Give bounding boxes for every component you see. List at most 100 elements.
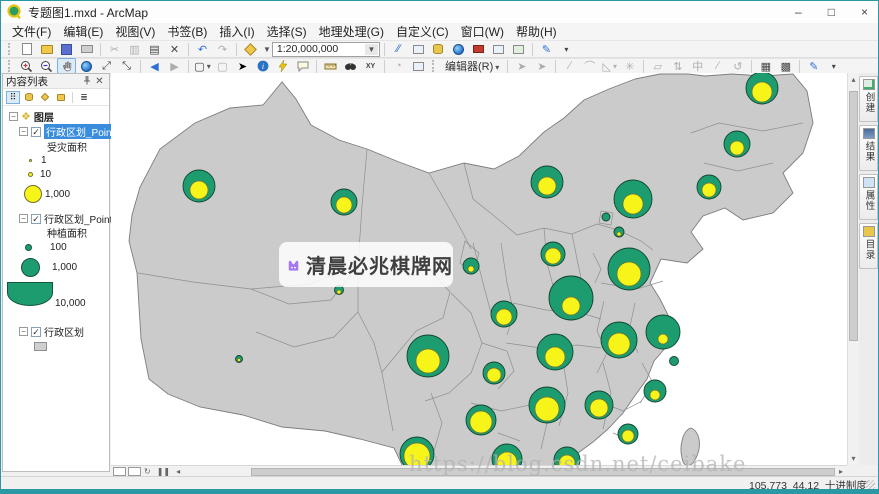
go-to-xy-tool[interactable]: XY <box>361 58 380 74</box>
print-button[interactable] <box>77 41 96 57</box>
list-by-source-icon[interactable] <box>22 91 36 104</box>
fixed-zoom-in-button[interactable]: ⤢ <box>97 58 116 74</box>
open-document-button[interactable] <box>37 41 56 57</box>
new-document-button[interactable] <box>17 41 36 57</box>
pencil-icon[interactable]: ✎ <box>537 41 556 57</box>
cut-polygons-tool-icon[interactable]: ▱ <box>648 58 667 74</box>
map-scale-combobox[interactable]: 1:20,000,000 ▼ <box>271 41 380 57</box>
scroll-up-arrow[interactable]: ▴ <box>848 75 859 84</box>
menu-item-3[interactable]: 书签(B) <box>161 22 213 41</box>
menu-item-1[interactable]: 编辑(E) <box>57 22 109 41</box>
create-viewer-window-icon[interactable] <box>409 58 428 74</box>
fixed-zoom-out-button[interactable]: ⤡ <box>117 58 136 74</box>
go-back-extent-button[interactable]: ◀ <box>145 58 164 74</box>
layer3-label[interactable]: 行政区划 <box>44 324 84 339</box>
identify-tool[interactable]: i <box>253 58 272 74</box>
cut-icon[interactable]: ✂ <box>105 41 124 57</box>
split-tool-icon[interactable]: ⇅ <box>668 58 687 74</box>
edit-annotation-tool-icon[interactable]: ➤ <box>532 58 551 74</box>
toc-options-icon[interactable]: ≣ <box>77 91 91 104</box>
endpoint-arc-tool-icon[interactable]: ⌒ <box>580 58 599 74</box>
select-features-tool[interactable]: ▢ ▾ <box>193 58 212 74</box>
list-by-drawing-order-icon[interactable]: ⠿ <box>6 90 20 104</box>
menu-item-7[interactable]: 自定义(C) <box>390 22 455 41</box>
list-by-visibility-icon[interactable] <box>38 91 52 104</box>
toolbar-overflow-icon[interactable]: ▾ <box>557 41 576 57</box>
search-window-icon[interactable] <box>449 41 468 57</box>
collapse-icon[interactable]: − <box>19 327 28 336</box>
map-canvas[interactable] <box>111 73 847 465</box>
html-popup-tool[interactable] <box>293 58 312 74</box>
undo-rotate-icon[interactable]: ↺ <box>728 58 747 74</box>
zoom-out-tool[interactable] <box>37 58 56 74</box>
sketch-properties-icon[interactable]: ▩ <box>776 58 795 74</box>
close-icon[interactable]: ✕ <box>93 76 106 87</box>
toolbar-overflow-icon[interactable]: ▾ <box>824 58 843 74</box>
zoom-in-tool[interactable] <box>17 58 36 74</box>
dock-tab-3[interactable]: 目录 <box>859 223 878 269</box>
scroll-right-arrow[interactable]: ▸ <box>839 467 843 476</box>
layer2-checkbox[interactable]: ✓ <box>31 213 41 224</box>
time-slider-icon[interactable]: ◔ <box>389 58 408 74</box>
collapse-icon[interactable]: − <box>19 214 28 223</box>
go-forward-extent-button[interactable]: ▶ <box>165 58 184 74</box>
layer1-checkbox[interactable]: ✓ <box>31 126 41 137</box>
full-extent-button[interactable] <box>77 58 96 74</box>
vertical-scrollbar-thumb[interactable] <box>849 91 858 341</box>
minimize-button[interactable]: – <box>795 5 802 19</box>
list-by-selection-icon[interactable] <box>54 91 68 104</box>
undo-button[interactable]: ↶ <box>193 41 212 57</box>
toolbar-grip[interactable] <box>8 43 13 55</box>
toolbar-grip[interactable] <box>432 60 437 72</box>
horizontal-scrollbar-thumb[interactable] <box>251 468 835 476</box>
menu-item-8[interactable]: 窗口(W) <box>455 22 510 41</box>
edit-sketch-pencil-icon[interactable]: ✎ <box>804 58 823 74</box>
layers-group-label[interactable]: 图层 <box>34 109 54 124</box>
refresh-view-icon[interactable]: ↻ <box>144 467 151 476</box>
layer3-checkbox[interactable]: ✓ <box>31 326 41 337</box>
dock-tab-2[interactable]: 属性 <box>859 174 878 220</box>
clear-selection-button[interactable]: ▢ <box>213 58 232 74</box>
resize-grip[interactable] <box>866 480 875 489</box>
catalog-window-icon[interactable] <box>429 41 448 57</box>
menu-item-0[interactable]: 文件(F) <box>6 22 57 41</box>
scroll-left-arrow[interactable]: ◂ <box>176 467 180 476</box>
add-data-button[interactable] <box>241 41 260 57</box>
pause-drawing-icon[interactable]: ❚❚ <box>157 467 170 476</box>
rotate-tool-icon[interactable]: 中 <box>688 58 707 74</box>
add-data-dropdown[interactable]: ▼ <box>263 45 271 54</box>
data-view-button[interactable] <box>113 466 126 476</box>
layer1-label[interactable]: 行政区划_Point <box>44 124 117 139</box>
paste-icon[interactable]: ▤ <box>145 41 164 57</box>
find-tool[interactable] <box>341 58 360 74</box>
dock-tab-1[interactable]: 结果 <box>859 125 878 171</box>
construction-tools-dropdown-icon[interactable]: ◺ ▾ <box>600 58 619 74</box>
layout-view-button[interactable] <box>128 466 141 476</box>
save-button[interactable] <box>57 41 76 57</box>
toolbar-grip[interactable] <box>8 60 13 72</box>
arctoolbox-icon[interactable] <box>469 41 488 57</box>
menu-item-9[interactable]: 帮助(H) <box>510 22 563 41</box>
delete-icon[interactable]: ✕ <box>165 41 184 57</box>
menu-item-2[interactable]: 视图(V) <box>109 22 161 41</box>
menu-item-4[interactable]: 插入(I) <box>213 22 260 41</box>
menu-item-5[interactable]: 选择(S) <box>261 22 313 41</box>
vertical-scrollbar[interactable]: ▴ ▾ <box>847 73 859 465</box>
pin-icon[interactable] <box>80 75 93 88</box>
python-window-icon[interactable] <box>489 41 508 57</box>
editor-toolbar-toggle-icon[interactable]: ∕∕ <box>389 41 408 57</box>
redo-button[interactable]: ↷ <box>213 41 232 57</box>
copy-icon[interactable]: ▥ <box>125 41 144 57</box>
collapse-icon[interactable]: − <box>9 112 18 121</box>
menu-item-6[interactable]: 地理处理(G) <box>313 22 390 41</box>
trace-tool-icon[interactable]: ✳ <box>620 58 639 74</box>
modelbuilder-icon[interactable] <box>509 41 528 57</box>
scroll-down-arrow[interactable]: ▾ <box>848 454 859 463</box>
editor-menu-button[interactable]: 编辑器(R) ▾ <box>441 58 503 74</box>
hyperlink-tool[interactable] <box>273 58 292 74</box>
maximize-button[interactable]: □ <box>828 5 835 19</box>
layer2-label[interactable]: 行政区划_Point <box>44 211 112 226</box>
reshape-feature-tool-icon[interactable]: ∕ <box>708 58 727 74</box>
straight-segment-tool-icon[interactable]: ∕ <box>560 58 579 74</box>
pan-tool[interactable] <box>57 58 76 74</box>
